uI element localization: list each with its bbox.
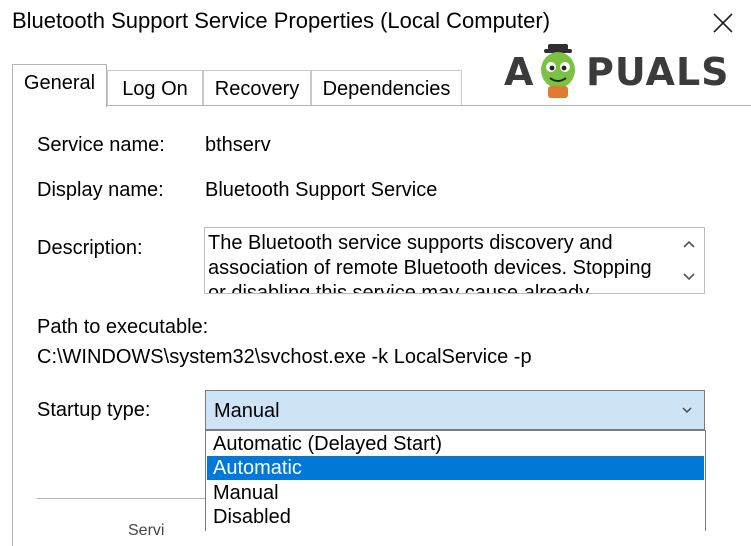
service-name-label: Service name: xyxy=(37,134,165,156)
startup-type-dropdown: Automatic (Delayed Start) Automatic Manu… xyxy=(205,430,706,531)
service-status-label-partial: Servi xyxy=(128,522,165,539)
startup-type-select[interactable]: Manual xyxy=(205,390,705,430)
description-textbox[interactable]: The Bluetooth service supports discovery… xyxy=(204,227,705,294)
option-manual[interactable]: Manual xyxy=(207,481,704,505)
close-x-icon xyxy=(713,13,733,33)
option-disabled[interactable]: Disabled xyxy=(207,505,704,529)
tab-dependencies[interactable]: Dependencies xyxy=(311,70,462,106)
description-scrollbar[interactable] xyxy=(674,228,704,293)
scroll-down-icon[interactable] xyxy=(682,272,696,282)
tab-strip: General Log On Recovery Dependencies xyxy=(12,64,751,107)
startup-type-label: Startup type: xyxy=(37,399,151,421)
description-line: or disabling this service may cause alre… xyxy=(208,282,590,294)
startup-type-selected-value: Manual xyxy=(214,400,280,422)
path-label: Path to executable: xyxy=(37,316,209,338)
display-name-value: Bluetooth Support Service xyxy=(205,179,438,201)
description-text: The Bluetooth service supports discovery… xyxy=(208,231,668,294)
title-bar: Bluetooth Support Service Properties (Lo… xyxy=(0,0,751,48)
section-divider xyxy=(37,498,205,499)
close-button[interactable] xyxy=(706,6,740,40)
option-automatic[interactable]: Automatic xyxy=(207,456,704,480)
tab-log-on[interactable]: Log On xyxy=(107,70,203,106)
tab-general[interactable]: General xyxy=(12,64,107,107)
description-line: association of remote Bluetooth devices.… xyxy=(208,257,652,279)
path-value: C:\WINDOWS\system32\svchost.exe -k Local… xyxy=(37,346,532,368)
service-name-value: bthserv xyxy=(205,134,271,156)
tab-recovery[interactable]: Recovery xyxy=(203,70,311,106)
description-label: Description: xyxy=(37,237,143,259)
chevron-down-icon xyxy=(682,407,692,413)
option-automatic-delayed[interactable]: Automatic (Delayed Start) xyxy=(207,432,704,456)
display-name-label: Display name: xyxy=(37,179,164,201)
window-title: Bluetooth Support Service Properties (Lo… xyxy=(12,8,551,33)
description-line: The Bluetooth service supports discovery… xyxy=(208,232,613,254)
scroll-up-icon[interactable] xyxy=(682,239,696,249)
